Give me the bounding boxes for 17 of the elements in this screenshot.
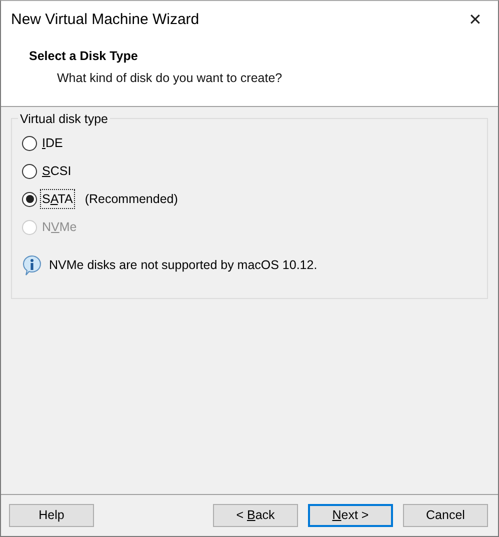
option-label[interactable]: SATA	[40, 188, 75, 210]
info-icon	[22, 255, 42, 276]
radio-button[interactable]	[22, 192, 37, 206]
radio-button[interactable]	[22, 164, 37, 178]
help-button[interactable]: Help	[9, 504, 94, 527]
option-note: (Recommended)	[84, 190, 178, 208]
page-subtitle: What kind of disk do you want to create?	[56, 70, 284, 87]
next-button[interactable]: Next >	[308, 504, 393, 527]
close-button[interactable]: ✕	[452, 1, 498, 40]
page-title: Select a Disk Type	[29, 48, 139, 65]
back-button[interactable]: < Back	[213, 504, 298, 527]
info-message: NVMe disks are not supported by macOS 10.12.	[49, 257, 318, 274]
option-label[interactable]: IDE	[40, 132, 65, 154]
option-label[interactable]: SCSI	[40, 160, 74, 182]
window-title: New Virtual Machine Wizard	[11, 10, 200, 30]
radio-button[interactable]	[22, 136, 37, 150]
cancel-button[interactable]: Cancel	[403, 504, 488, 527]
